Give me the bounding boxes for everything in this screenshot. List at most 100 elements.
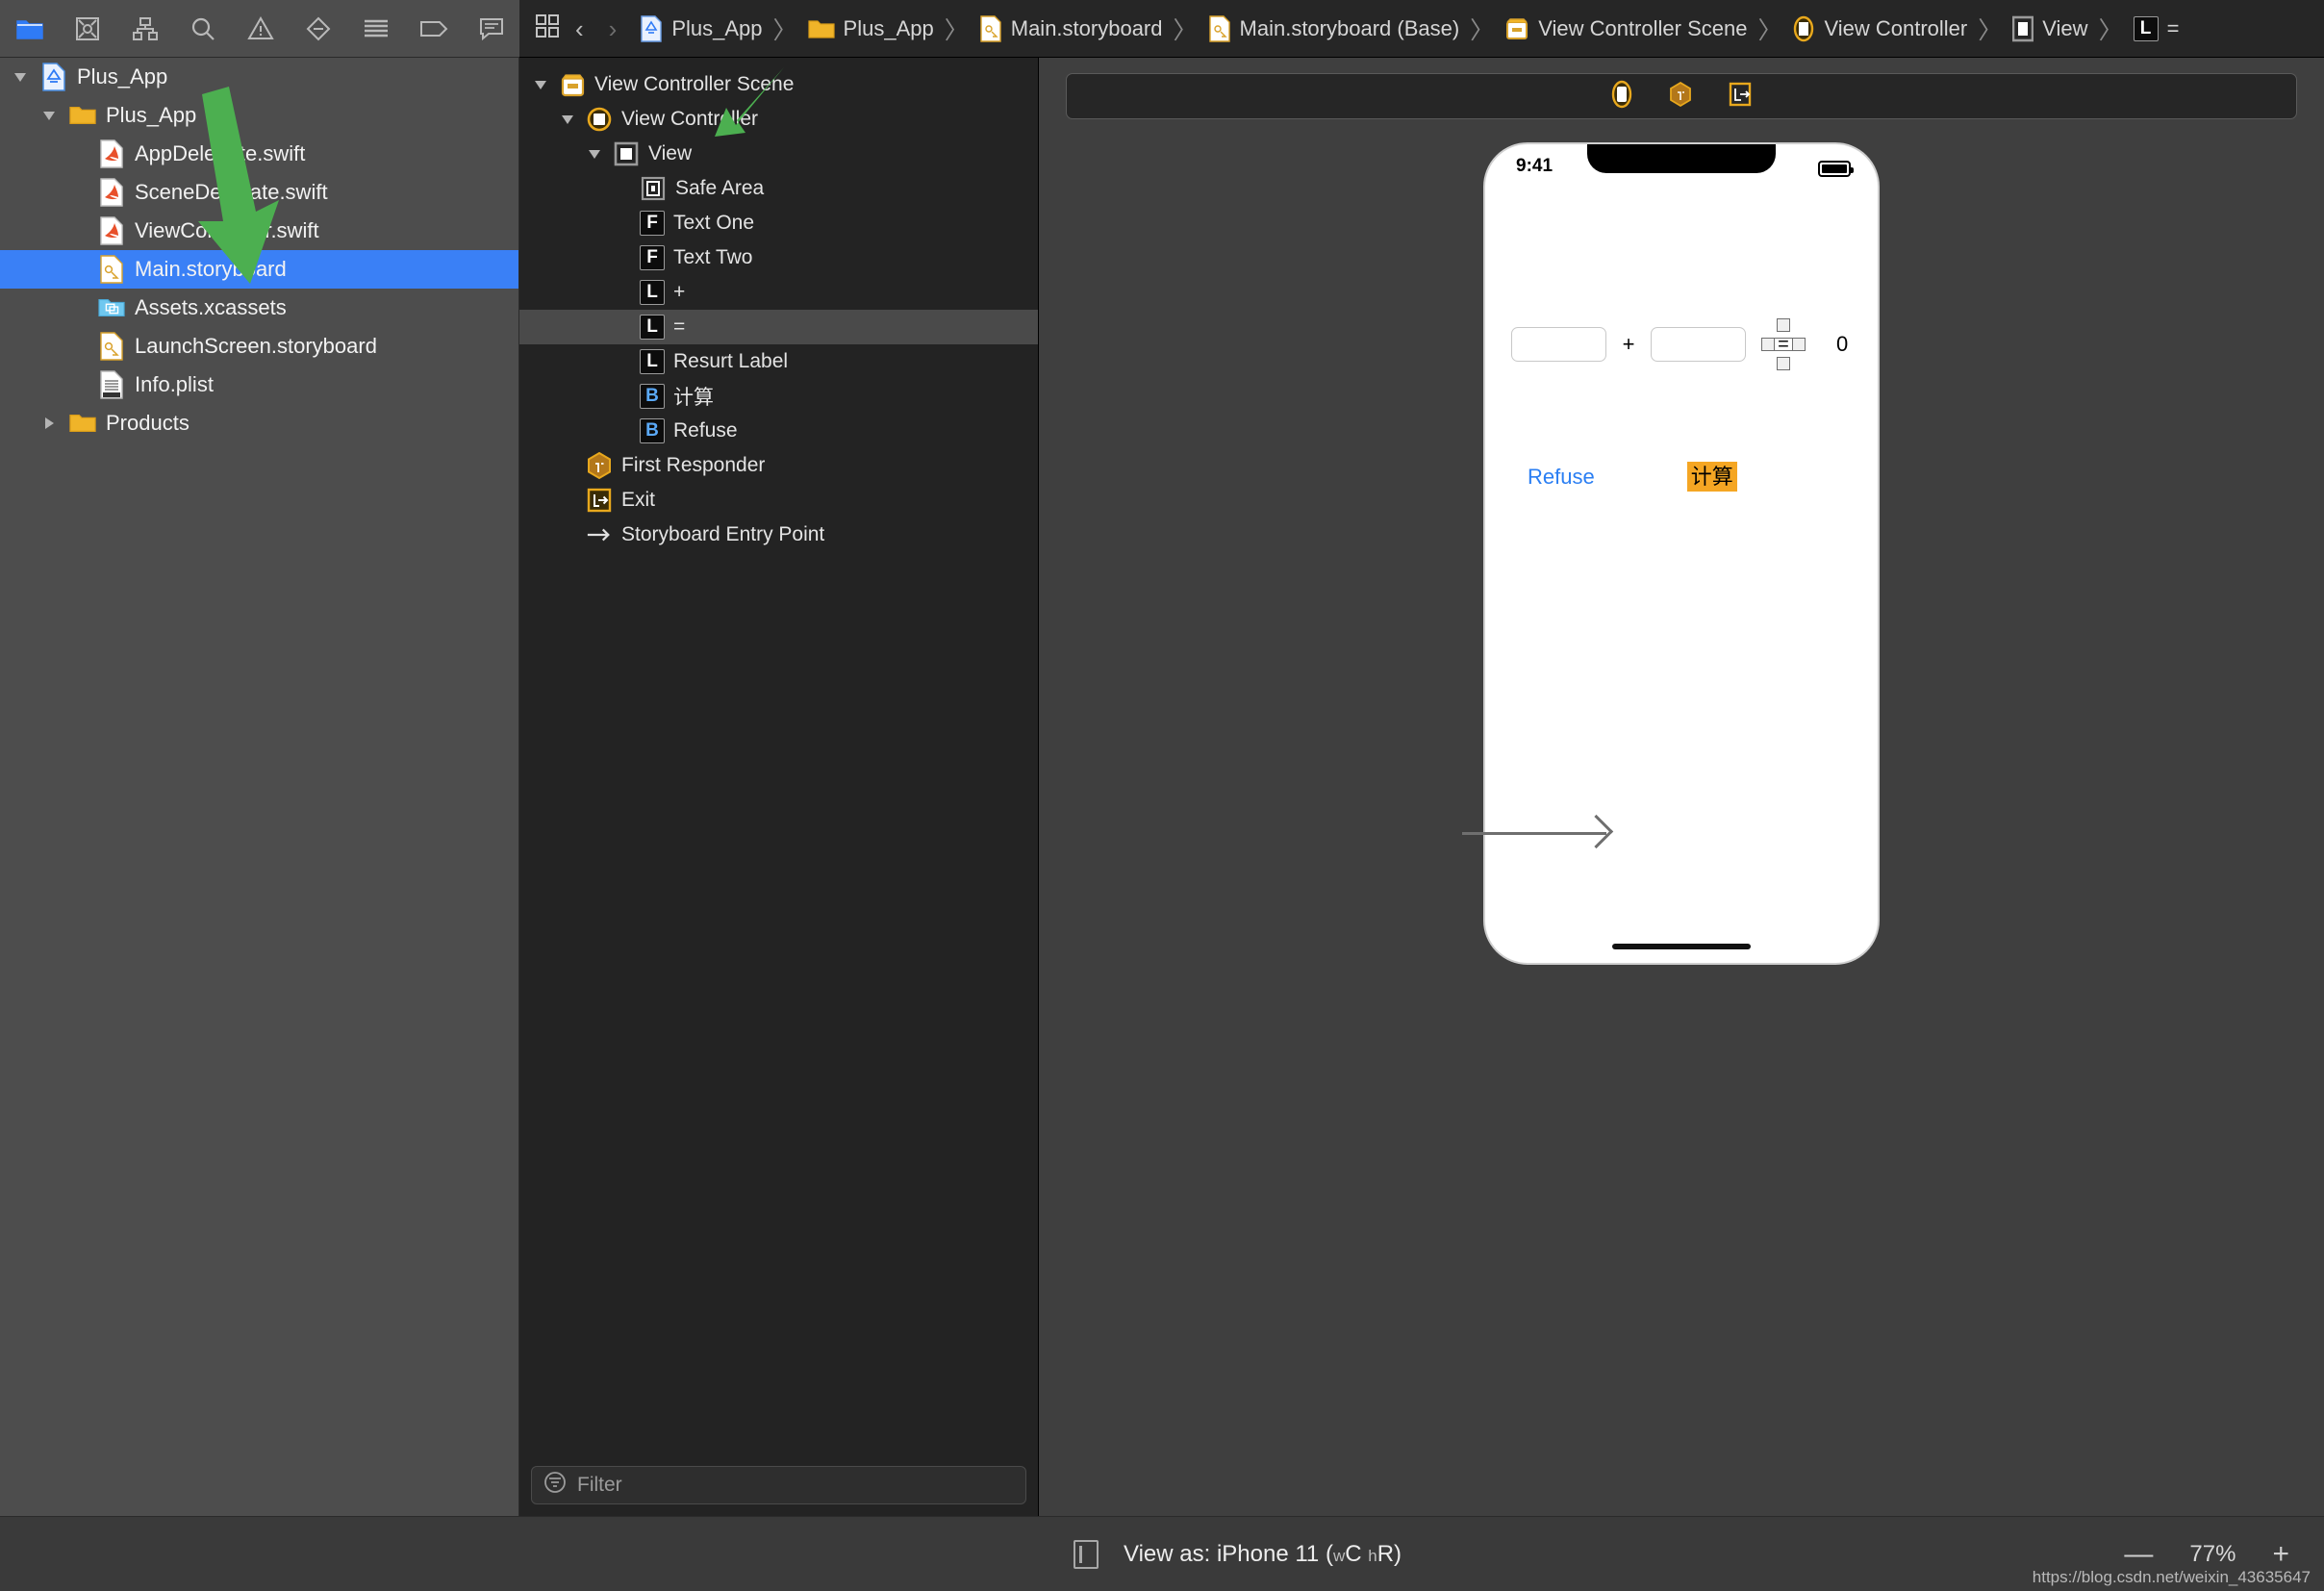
file-row[interactable]: LaunchScreen.storyboard [0,327,518,366]
breadcrumb-back-button[interactable]: ‹ [575,16,584,41]
safe-area-icon [640,176,667,201]
filter-input[interactable]: Filter [531,1466,1026,1504]
swift-file-icon [98,177,125,208]
breadcrumb-forward-button[interactable]: › [609,16,618,41]
view-as-sizeclass: (wC hR) [1325,1540,1402,1567]
zoom-level: 77% [2189,1540,2236,1567]
chevron-down-icon[interactable] [531,76,550,93]
size-class-wc: C [1345,1540,1362,1567]
chevron-down-icon[interactable] [558,111,577,128]
zoom-out-button[interactable]: — [2124,1538,2153,1571]
debug-list-icon[interactable] [360,13,392,45]
chevron-right-icon[interactable] [38,415,60,432]
button-badge-icon: B [640,418,665,443]
outline-row[interactable]: Safe Area [519,171,1038,206]
outline-row[interactable]: F Text Two [519,240,1038,275]
text-field-two[interactable] [1651,327,1746,362]
entry-point-arrow-icon [586,524,613,545]
outline-filter-bar: Filter [519,1454,1038,1516]
refuse-button[interactable]: Refuse [1528,465,1595,490]
file-row[interactable]: Info.plist [0,366,518,404]
breadcrumb-item-label[interactable]: L = [2130,15,2184,41]
zoom-in-button[interactable]: + [2272,1538,2289,1571]
outline-row-label: Refuse [673,419,738,442]
storyboard-icon [98,331,125,362]
breadcrumb-label: Main.storyboard (Base) [1239,15,1460,40]
breadcrumb-item-group[interactable]: Plus_App [804,16,938,41]
breadcrumb-label: View Controller Scene [1538,15,1748,40]
breadcrumb-label: Main.storyboard [1010,15,1163,40]
view-icon [613,141,640,166]
outline-row[interactable]: View Controller Scene [519,67,1038,102]
chevron-down-icon[interactable] [10,68,31,86]
outline-row[interactable]: Storyboard Entry Point [519,518,1038,552]
outline-row[interactable]: First Responder [519,448,1038,483]
outline-row[interactable]: View [519,137,1038,171]
file-row[interactable]: ViewController.swift [0,212,518,250]
equals-label-selected[interactable]: = [1761,318,1806,370]
result-label: 0 [1836,332,1849,356]
breadcrumb-item-scene[interactable]: View Controller Scene [1501,16,1751,41]
outline-row-label: = [673,316,686,338]
label-badge-icon: L [640,280,665,305]
iphone-preview[interactable]: 9:41 + = 0 Refuse 计算 [1483,142,1880,965]
textfield-badge-icon: F [640,211,665,236]
view-controller-dock-icon[interactable] [1610,80,1633,114]
file-row[interactable]: Plus_App [0,58,518,96]
breakpoint-tag-icon[interactable] [417,13,450,45]
storyboard-canvas[interactable]: 9:41 + = 0 Refuse 计算 [1039,58,2324,1516]
file-row[interactable]: Main.storyboard [0,250,518,289]
outline-row[interactable]: L Resurt Label [519,344,1038,379]
outline-row-label: View [648,142,693,164]
outline-row[interactable]: L = [519,310,1038,344]
resize-handle-right[interactable] [1792,338,1806,351]
test-diamond-icon[interactable] [302,13,335,45]
view-controller-icon [586,106,613,133]
resize-handle-bottom[interactable] [1777,357,1790,370]
breadcrumb-label: Plus_App [671,15,763,40]
file-row-label: Info.plist [135,372,214,396]
file-row-label: ViewController.swift [135,218,319,242]
breadcrumb-item-view[interactable]: View [2008,15,2091,42]
outline-row[interactable]: L + [519,275,1038,310]
file-row[interactable]: AppDelegate.swift [0,135,518,173]
symbol-hierarchy-icon[interactable] [129,13,162,45]
outline-row[interactable]: Exit [519,483,1038,518]
chevron-down-icon[interactable] [38,107,60,124]
resize-handle-top[interactable] [1777,318,1790,332]
breadcrumb-separator: 〉 [1173,16,1198,44]
project-navigator: Plus_App Plus_App AppDelegate.swift SceneDe… [0,58,519,1516]
folder-icon[interactable] [13,13,46,45]
assistant-grid-icon[interactable] [535,13,560,43]
view-as-device: iPhone 11 [1216,1540,1320,1567]
text-field-one[interactable] [1511,327,1606,362]
main-area: Plus_App Plus_App AppDelegate.swift SceneDe… [0,58,2324,1516]
breadcrumb-item-storyboard-base[interactable]: Main.storyboard (Base) [1204,14,1464,42]
search-icon[interactable] [187,13,219,45]
outline-row[interactable]: B 计算 [519,379,1038,414]
breadcrumb-item-storyboard[interactable]: Main.storyboard [975,14,1167,42]
file-row[interactable]: Products [0,404,518,442]
first-responder-dock-icon[interactable] [1668,81,1693,113]
outline-row-label: First Responder [621,454,766,476]
breadcrumb-separator: 〉 [1757,16,1782,44]
file-row[interactable]: Assets.xcassets [0,289,518,327]
exit-dock-icon[interactable] [1728,81,1753,113]
file-row-label: Main.storyboard [135,257,287,281]
outline-row[interactable]: F Text One [519,206,1038,240]
resize-handle-left[interactable] [1761,338,1775,351]
file-row[interactable]: Plus_App [0,96,518,135]
breadcrumb-item-view-controller[interactable]: View Controller [1788,15,1971,42]
breadcrumb-label: View Controller [1824,15,1968,40]
outline-row[interactable]: B Refuse [519,414,1038,448]
view-as-control[interactable]: View as: iPhone 11 (wC hR) [1074,1539,1402,1569]
file-row[interactable]: SceneDelegate.swift [0,173,518,212]
calculate-button[interactable]: 计算 [1686,462,1737,492]
chevron-down-icon[interactable] [585,145,604,163]
report-bubble-icon[interactable] [475,13,508,45]
warning-triangle-icon[interactable] [244,13,277,45]
source-control-icon[interactable] [71,13,104,45]
outline-row[interactable]: View Controller [519,102,1038,137]
file-row-label: Plus_App [106,103,197,127]
breadcrumb-item-project[interactable]: Plus_App [636,14,766,42]
